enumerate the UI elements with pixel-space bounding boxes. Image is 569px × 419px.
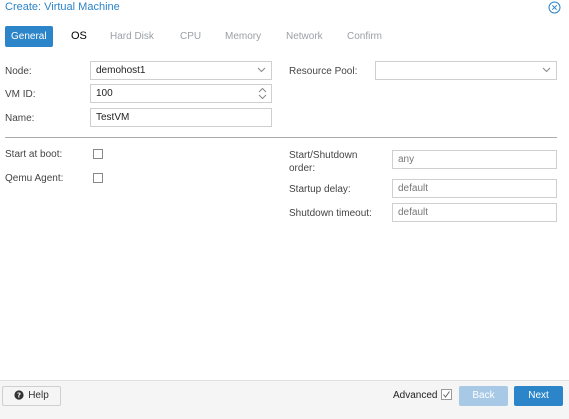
- startup-delay-placeholder: default: [398, 183, 429, 194]
- name-label: Name:: [5, 113, 35, 124]
- node-select[interactable]: demohost1: [90, 61, 272, 80]
- vmid-value: 100: [96, 88, 113, 99]
- tab-os[interactable]: OS: [65, 26, 93, 47]
- startup-delay-input[interactable]: default: [392, 179, 557, 198]
- svg-text:?: ?: [17, 392, 21, 400]
- vmid-label: VM ID:: [5, 89, 36, 100]
- tab-memory[interactable]: Memory: [219, 26, 267, 47]
- start-shutdown-order-placeholder: any: [398, 154, 415, 165]
- advanced-checkbox[interactable]: [441, 389, 452, 400]
- start-at-boot-checkbox[interactable]: [93, 149, 103, 159]
- qemu-agent-checkbox[interactable]: [93, 173, 103, 183]
- name-value: TestVM: [96, 112, 130, 123]
- shutdown-timeout-label: Shutdown timeout:: [289, 208, 372, 219]
- back-button[interactable]: Back: [459, 386, 508, 406]
- node-value: demohost1: [96, 65, 146, 76]
- wizard-tabs: General OS Hard Disk CPU Memory Network …: [0, 24, 569, 48]
- chevron-down-icon: [542, 67, 551, 73]
- help-button-label: Help: [28, 390, 49, 401]
- spinner-arrows-icon[interactable]: [258, 87, 267, 100]
- close-icon[interactable]: [548, 1, 561, 14]
- name-input[interactable]: TestVM: [90, 108, 272, 127]
- resource-pool-label: Resource Pool:: [289, 66, 358, 77]
- resource-pool-select[interactable]: [375, 61, 557, 80]
- tab-confirm[interactable]: Confirm: [341, 26, 388, 47]
- advanced-label: Advanced: [393, 390, 438, 401]
- help-button[interactable]: ? Help: [2, 386, 61, 406]
- start-shutdown-order-label: Start/Shutdown: [289, 150, 358, 161]
- shutdown-timeout-input[interactable]: default: [392, 203, 557, 222]
- chevron-down-icon: [257, 67, 266, 73]
- qemu-agent-label: Qemu Agent:: [5, 173, 64, 184]
- start-shutdown-order-input[interactable]: any: [392, 150, 557, 169]
- question-circle-icon: ?: [14, 390, 24, 400]
- tab-general[interactable]: General: [5, 26, 53, 47]
- start-shutdown-order-label-cont: order:: [289, 163, 316, 174]
- node-label: Node:: [5, 66, 32, 77]
- tab-network[interactable]: Network: [280, 26, 329, 47]
- dialog-footer: ? Help Advanced Back Next: [0, 380, 569, 419]
- vmid-spinner[interactable]: 100: [90, 84, 272, 103]
- section-divider: [5, 137, 557, 138]
- tab-cpu[interactable]: CPU: [174, 26, 207, 47]
- window-titlebar: Create: Virtual Machine: [0, 0, 569, 18]
- startup-delay-label: Startup delay:: [289, 184, 351, 195]
- start-at-boot-label: Start at boot:: [5, 149, 63, 160]
- shutdown-timeout-placeholder: default: [398, 207, 429, 218]
- tab-hard-disk[interactable]: Hard Disk: [104, 26, 160, 47]
- next-button[interactable]: Next: [514, 386, 563, 406]
- window-title: Create: Virtual Machine: [5, 1, 120, 13]
